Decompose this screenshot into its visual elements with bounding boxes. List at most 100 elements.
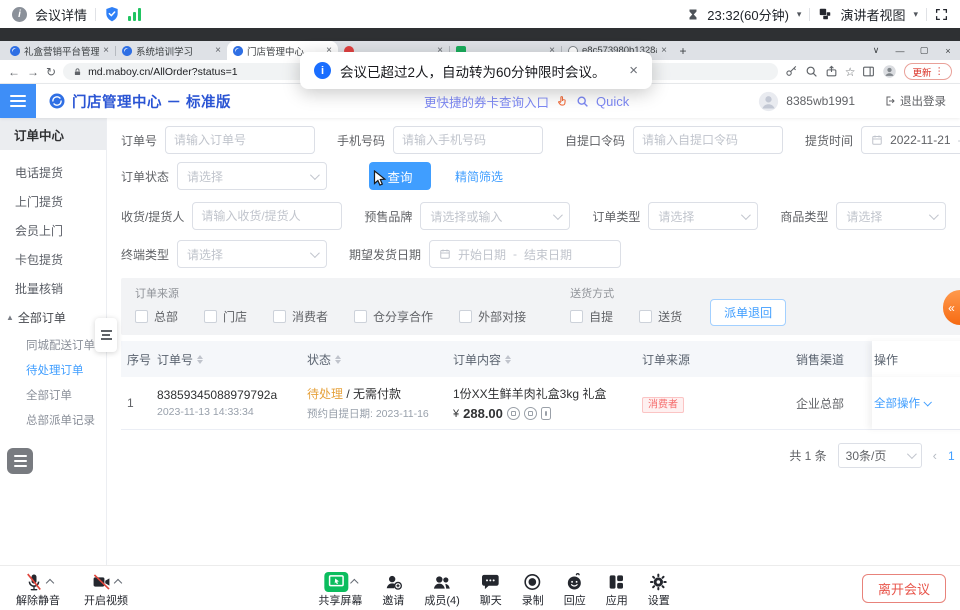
side-panel-icon[interactable] <box>862 65 875 78</box>
timer-caret-icon[interactable]: ▾ <box>797 9 802 20</box>
order-no-input[interactable] <box>165 126 315 154</box>
terminal-type-select[interactable]: 请选择 <box>177 240 327 268</box>
view-mode-switch[interactable]: 演讲者视图 <box>840 5 905 24</box>
sort-icon[interactable] <box>197 355 203 364</box>
user-avatar[interactable] <box>758 91 779 112</box>
chevron-down-icon <box>553 210 563 220</box>
browser-tab-2[interactable]: 系统培训学习 × <box>116 41 227 60</box>
sidebar-item-door-pickup[interactable]: 上门提货 <box>0 187 106 216</box>
tab-close-icon[interactable]: × <box>661 45 667 56</box>
pickup-date-range[interactable]: 2022-11-21 - 结束日期 <box>861 126 960 154</box>
video-options-caret-icon[interactable] <box>114 578 122 586</box>
goods-type-select[interactable]: 请选择 <box>836 202 946 230</box>
checkbox-external[interactable]: 外部对接 <box>459 308 526 325</box>
settings-button[interactable]: 设置 <box>648 569 670 608</box>
window-maximize-icon[interactable]: ▢ <box>912 45 936 56</box>
browser-tab-1[interactable]: 礼盒营销平台管理中心 × <box>4 41 115 60</box>
floating-list-button[interactable] <box>7 448 33 474</box>
profile-avatar-icon[interactable] <box>882 64 897 79</box>
invite-button[interactable]: 邀请 <box>382 569 404 608</box>
checkbox-store[interactable]: 门店 <box>204 308 247 325</box>
receiver-input[interactable] <box>192 202 342 230</box>
unmute-button[interactable]: 解除静音 <box>16 569 60 608</box>
row-action-dropdown[interactable]: 全部操作 <box>874 395 930 411</box>
forward-icon[interactable]: → <box>27 65 39 79</box>
mic-options-caret-icon[interactable] <box>45 578 53 586</box>
bookmark-star-icon[interactable]: ☆ <box>845 65 856 79</box>
pickup-start-date[interactable]: 2022-11-21 <box>890 133 951 147</box>
security-shield-icon[interactable] <box>104 6 120 22</box>
apps-button[interactable]: 应用 <box>606 569 628 608</box>
key-icon[interactable] <box>785 65 798 78</box>
window-minimize-icon[interactable]: — <box>888 46 912 56</box>
record-button[interactable]: 录制 <box>522 569 544 608</box>
col-status[interactable]: 状态 <box>307 351 453 368</box>
share-icon[interactable] <box>825 65 838 78</box>
col-content[interactable]: 订单内容 <box>453 351 638 368</box>
browser-update-button[interactable]: 更新 ⋮ <box>904 63 952 80</box>
meeting-detail-label[interactable]: 会议详情 <box>35 5 87 24</box>
table-row[interactable]: 1 83859345088979792a 2023-11-13 14:33:34… <box>121 377 960 430</box>
quick-search-icon[interactable] <box>576 95 589 108</box>
share-screen-button[interactable]: 共享屏幕 <box>318 569 362 608</box>
expect-ship-date-range[interactable]: 开始日期 - 结束日期 <box>429 240 621 268</box>
members-button[interactable]: 成员(4) <box>424 569 459 608</box>
tab-close-icon[interactable]: × <box>215 45 221 56</box>
new-tab-button[interactable]: + <box>673 41 693 60</box>
reactions-label: 回应 <box>564 592 586 608</box>
pickup-code-input[interactable] <box>633 126 783 154</box>
phone-input[interactable] <box>393 126 543 154</box>
leave-meeting-button[interactable]: 离开会议 <box>862 574 946 603</box>
start-video-button[interactable]: 开启视频 <box>84 569 128 608</box>
dispatch-return-button[interactable]: 派单退回 <box>710 299 786 326</box>
prev-page-button[interactable]: ‹ <box>933 448 937 463</box>
quick-label[interactable]: Quick <box>596 94 629 109</box>
logout-button[interactable]: 退出登录 <box>884 93 946 109</box>
view-caret-icon[interactable]: ▾ <box>913 9 918 20</box>
meeting-info-icon[interactable]: i <box>12 7 27 22</box>
promo-link[interactable]: 更快捷的券卡查询入口 <box>424 92 549 111</box>
chat-button[interactable]: 聊天 <box>480 569 502 608</box>
window-close-icon[interactable]: × <box>936 46 960 56</box>
checkbox-hq[interactable]: 总部 <box>135 308 178 325</box>
back-icon[interactable]: ← <box>8 65 20 79</box>
network-signal-icon[interactable] <box>128 8 141 21</box>
sidebar-item-member-visit[interactable]: 会员上门 <box>0 216 106 245</box>
reactions-button[interactable]: 回应 <box>564 569 586 608</box>
order-status-select[interactable]: 请选择 <box>177 162 327 190</box>
tab-close-icon[interactable]: × <box>103 45 109 56</box>
sort-icon[interactable] <box>335 355 341 364</box>
current-page[interactable]: 1 <box>948 449 955 463</box>
col-action: 操作 <box>872 341 960 377</box>
fullscreen-icon[interactable] <box>935 8 948 21</box>
sort-icon[interactable] <box>505 355 511 364</box>
checkbox-consumer[interactable]: 消费者 <box>273 308 328 325</box>
username[interactable]: 8385wb1991 <box>786 94 855 108</box>
sidebar-sub-city-delivery[interactable]: 同城配送订单 <box>0 332 106 357</box>
col-order-no[interactable]: 订单号 <box>157 351 307 368</box>
checkbox-warehouse-share[interactable]: 仓分享合作 <box>354 308 433 325</box>
page-size-select[interactable]: 30条/页 <box>838 443 922 468</box>
sidebar-sub-hq-dispatch-records[interactable]: 总部派单记录 <box>0 407 106 432</box>
sidebar-item-batch-verify[interactable]: 批量核销 <box>0 274 106 303</box>
sidebar-group-all-orders[interactable]: ▲ 全部订单 <box>0 303 106 332</box>
zoom-icon[interactable] <box>805 65 818 78</box>
order-type-select[interactable]: 请选择 <box>648 202 758 230</box>
ship-end-placeholder[interactable]: 结束日期 <box>524 246 572 263</box>
sidebar-sub-pending-orders[interactable]: 待处理订单 <box>0 357 106 382</box>
presale-brand-select[interactable]: 请选择或输入 <box>420 202 570 230</box>
simplify-filter-link[interactable]: 精简筛选 <box>455 168 503 185</box>
window-menu-icon[interactable]: ∨ <box>864 45 888 56</box>
toast-close-icon[interactable]: × <box>629 62 638 79</box>
menu-toggle-button[interactable] <box>0 84 36 118</box>
share-options-caret-icon[interactable] <box>350 578 358 586</box>
sidebar-item-phone-pickup[interactable]: 电话提货 <box>0 158 106 187</box>
reload-icon[interactable]: ↻ <box>46 65 56 79</box>
checkbox-self-pickup[interactable]: 自提 <box>570 308 613 325</box>
sidebar-sub-all-orders[interactable]: 全部订单 <box>0 382 106 407</box>
ship-start-placeholder[interactable]: 开始日期 <box>458 246 506 263</box>
sidebar-collapse-handle[interactable] <box>95 318 117 352</box>
meeting-timer[interactable]: 23:32(60分钟) <box>707 5 789 24</box>
sidebar-item-card-pickup[interactable]: 卡包提货 <box>0 245 106 274</box>
checkbox-delivery[interactable]: 送货 <box>639 308 682 325</box>
